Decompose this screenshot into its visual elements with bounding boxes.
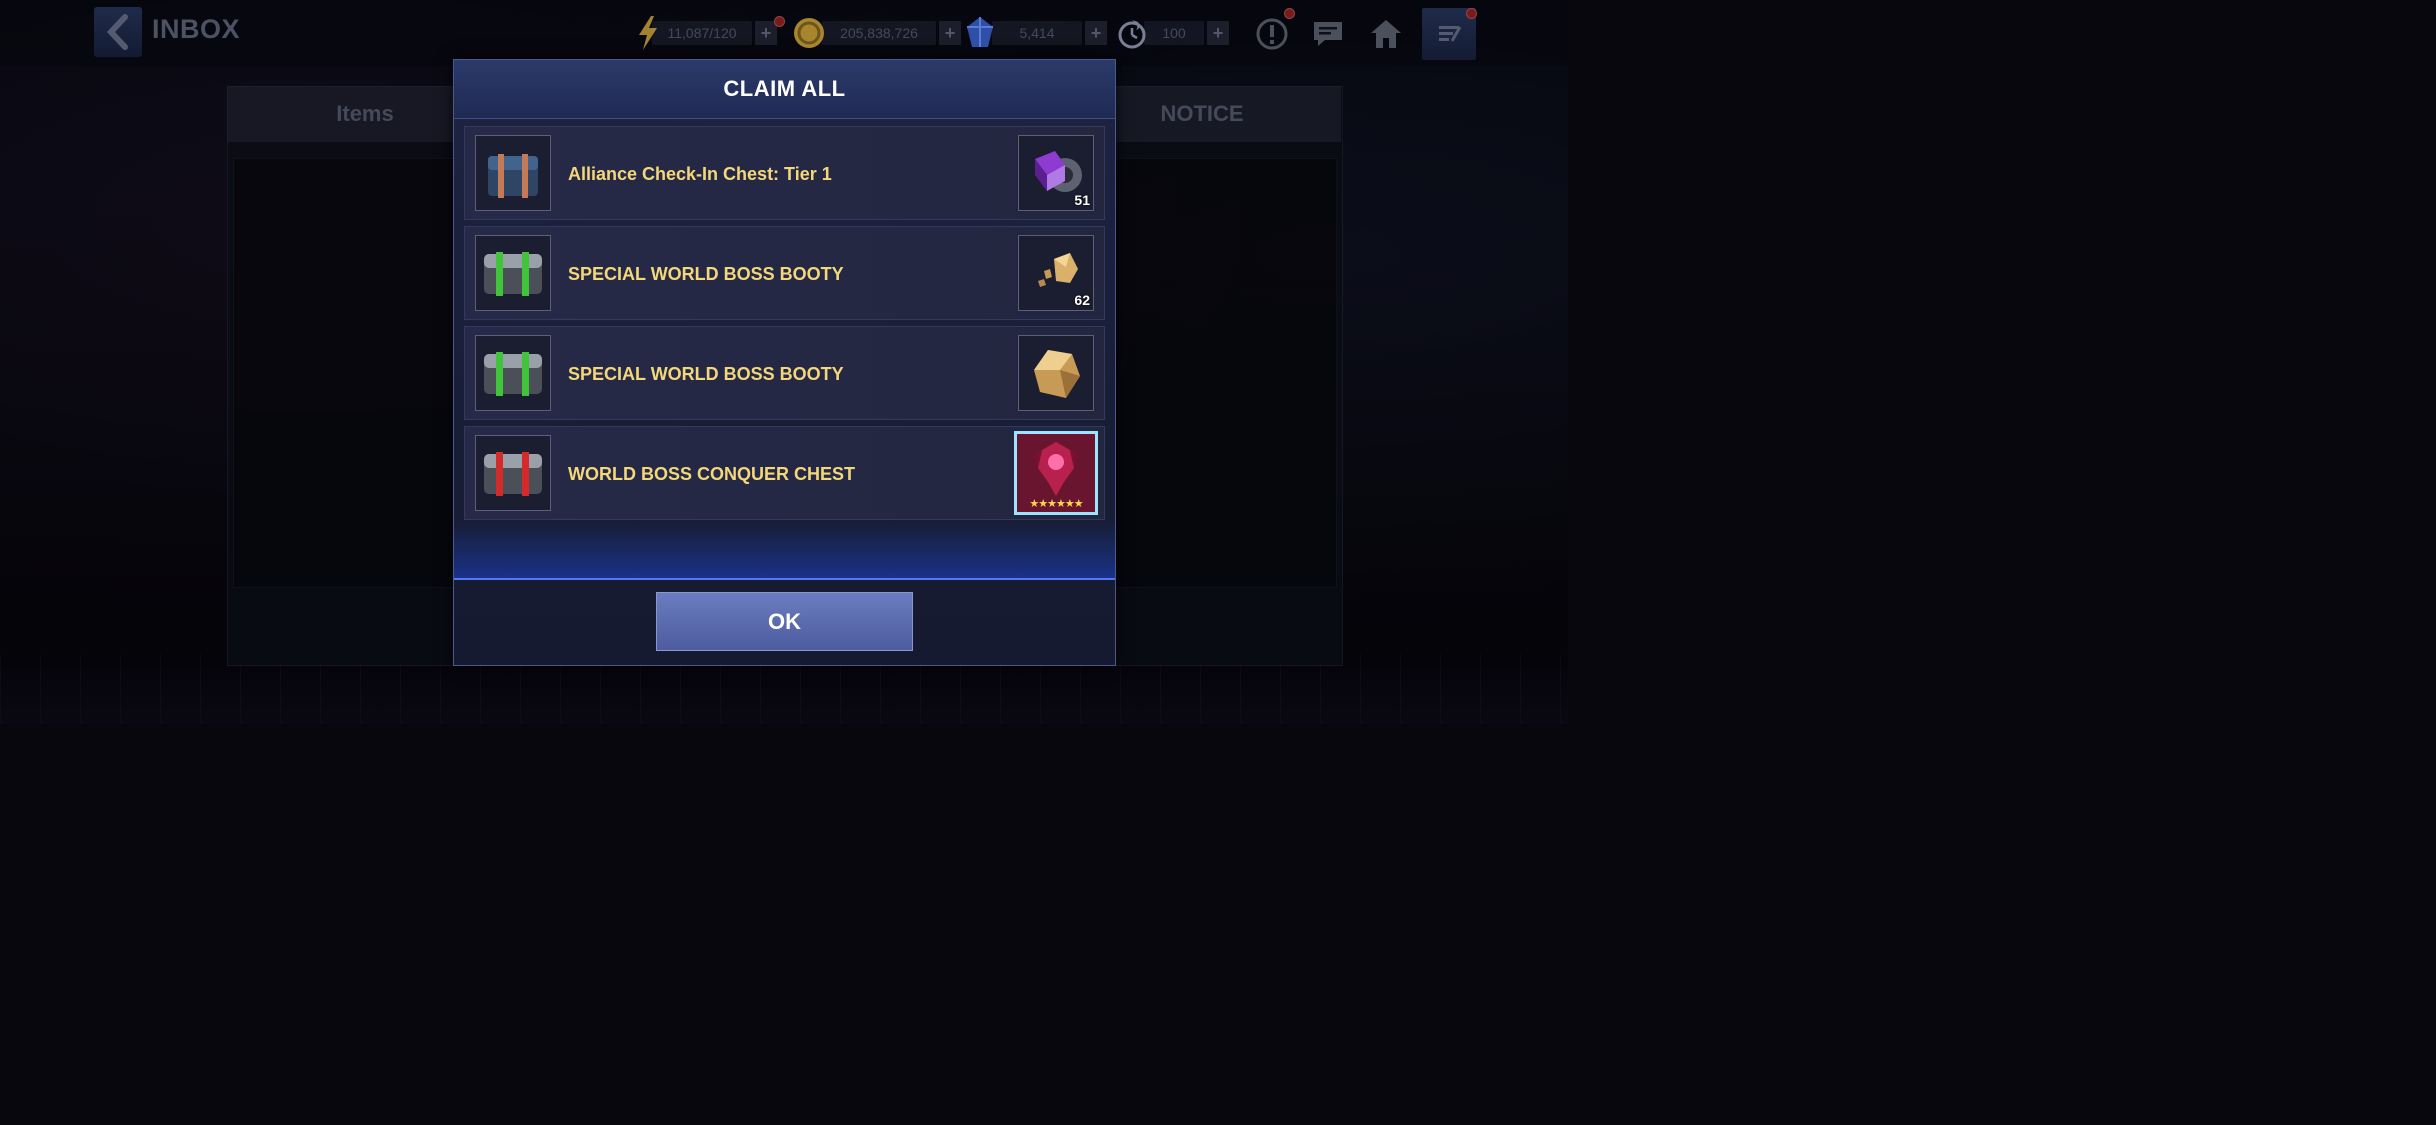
alliance-chest-icon xyxy=(488,154,538,198)
modal-divider xyxy=(454,578,1115,580)
item-label: SPECIAL WORLD BOSS BOOTY xyxy=(568,263,844,284)
lightning-icon xyxy=(639,16,657,50)
list-item: SPECIAL WORLD BOSS BOOTY 62 xyxy=(464,226,1105,320)
modal-title: CLAIM ALL xyxy=(454,60,1115,119)
gold-ore-icon xyxy=(1034,350,1080,398)
rarity-stars: ★★★★★★ xyxy=(1029,498,1083,510)
red-chest-icon xyxy=(484,452,542,496)
reward-icon-box[interactable]: ★★★★★★ xyxy=(1014,431,1098,515)
green-chest-icon xyxy=(484,252,542,296)
reward-quantity: 51 xyxy=(1074,192,1090,208)
blue-crystal-icon xyxy=(967,17,993,47)
item-label: SPECIAL WORLD BOSS BOOTY xyxy=(568,363,844,384)
list-item: Alliance Check-In Chest: Tier 1 51 xyxy=(464,126,1105,220)
reward-icon-box[interactable]: 51 xyxy=(1018,135,1094,211)
gold-coin-icon xyxy=(794,18,824,48)
item-icon-box xyxy=(475,135,551,211)
item-icon-box xyxy=(475,435,551,511)
reward-icon-box[interactable]: 62 xyxy=(1018,235,1094,311)
green-chest-icon xyxy=(484,352,542,396)
item-icon-box xyxy=(475,335,551,411)
item-label: WORLD BOSS CONQUER CHEST xyxy=(568,463,856,484)
modal-glow xyxy=(454,520,1115,580)
list-item: WORLD BOSS CONQUER CHEST ★★★★★★ xyxy=(464,426,1105,520)
reward-icon-box[interactable] xyxy=(1018,335,1094,411)
ok-button[interactable]: OK xyxy=(656,592,913,651)
claim-all-modal: CLAIM ALL Alliance Check-In Chest: Tier … xyxy=(453,59,1116,666)
item-icon-box xyxy=(475,235,551,311)
list-item: SPECIAL WORLD BOSS BOOTY xyxy=(464,326,1105,420)
stamina-flame-icon xyxy=(1118,20,1146,49)
item-label: Alliance Check-In Chest: Tier 1 xyxy=(568,163,832,184)
reward-quantity: 62 xyxy=(1074,292,1090,308)
